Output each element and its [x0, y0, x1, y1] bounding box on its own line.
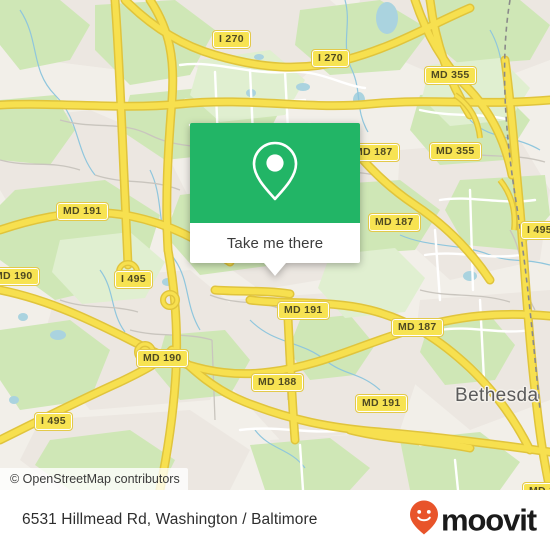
- road-shield: MD 355: [522, 482, 550, 490]
- moovit-smiley-pin-icon: [409, 500, 439, 541]
- moovit-map-screen: I 270 I 270 MD 355 MD 355 MD 187 MD 191 MD 187…: [0, 0, 550, 550]
- road-shield: I 270: [212, 30, 251, 49]
- moovit-brand[interactable]: moovit: [409, 500, 537, 541]
- take-me-there-button[interactable]: Take me there: [190, 223, 360, 263]
- address-label: 6531 Hillmead Rd, Washington / Baltimore: [22, 511, 318, 528]
- road-shield: I 495: [34, 412, 73, 431]
- road-shield: I 270: [311, 49, 350, 68]
- moovit-wordmark: moovit: [440, 502, 537, 538]
- road-shield: MD 190: [136, 349, 189, 368]
- popup-header: [190, 123, 360, 223]
- destination-popup[interactable]: Take me there: [190, 123, 360, 276]
- road-shield: MD 191: [56, 202, 109, 221]
- map-pin-icon: [248, 138, 302, 209]
- road-shield: MD 187: [368, 213, 421, 232]
- road-shield: MD 190: [0, 267, 40, 286]
- road-shield: MD 191: [277, 301, 330, 320]
- road-shield: I 495: [520, 221, 550, 240]
- road-shield: MD 188: [251, 373, 304, 392]
- road-shield: MD 187: [391, 318, 444, 337]
- footer-bar: 6531 Hillmead Rd, Washington / Baltimore…: [0, 490, 550, 550]
- road-shield: MD 355: [429, 142, 482, 161]
- popup-pointer-tail: [264, 263, 286, 276]
- take-me-there-label: Take me there: [226, 234, 324, 252]
- osm-attribution[interactable]: © OpenStreetMap contributors: [0, 468, 188, 490]
- road-shield: MD 191: [355, 394, 408, 413]
- road-shield: MD 355: [424, 66, 477, 85]
- road-shield: I 495: [114, 270, 153, 289]
- city-label: Bethesda: [455, 385, 539, 406]
